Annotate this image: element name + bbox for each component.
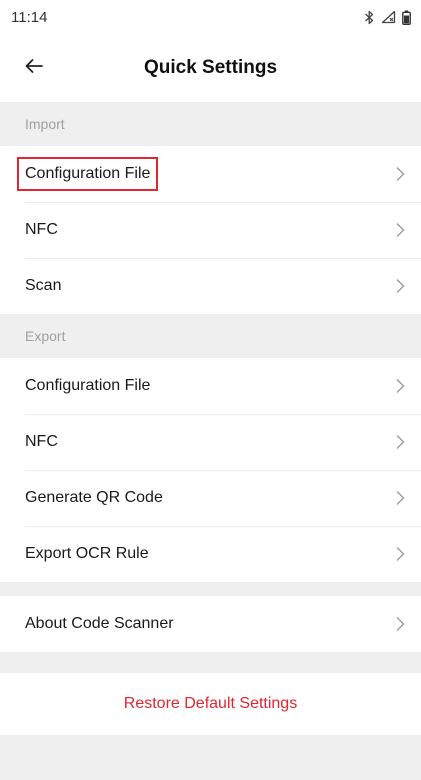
title-bar: Quick Settings [0, 34, 421, 102]
export-list: Configuration File NFC Generate QR Code … [0, 358, 421, 582]
chevron-right-icon [393, 165, 407, 183]
export-ocr-rule-item[interactable]: Export OCR Rule [0, 526, 421, 582]
import-nfc-item[interactable]: NFC [0, 202, 421, 258]
list-item-label: Export OCR Rule [25, 545, 149, 562]
status-bar: 11:14 [0, 0, 421, 34]
export-generate-qr-code-item[interactable]: Generate QR Code [0, 470, 421, 526]
bluetooth-icon [364, 10, 375, 25]
list-item-label: Generate QR Code [25, 489, 163, 506]
export-configuration-file-item[interactable]: Configuration File [0, 358, 421, 414]
quick-settings-screen: 11:14 Quick Settings Import Configuratio… [0, 0, 421, 780]
import-configuration-file-item[interactable]: Configuration File [0, 146, 421, 202]
import-list: Configuration File NFC Scan [0, 146, 421, 314]
restore-default-settings-button[interactable]: Restore Default Settings [0, 673, 421, 735]
section-spacer [0, 652, 421, 673]
section-header-export: Export [0, 314, 421, 358]
back-button[interactable] [18, 52, 50, 84]
about-list: About Code Scanner [0, 596, 421, 652]
chevron-right-icon [393, 615, 407, 633]
chevron-right-icon [393, 277, 407, 295]
list-item-label: NFC [25, 221, 58, 238]
list-item-label: Scan [25, 277, 62, 294]
export-nfc-item[interactable]: NFC [0, 414, 421, 470]
section-spacer [0, 582, 421, 596]
list-item-label: Configuration File [25, 377, 151, 394]
list-item-label: NFC [25, 433, 58, 450]
list-item-label: About Code Scanner [25, 615, 174, 632]
status-time: 11:14 [11, 8, 48, 26]
signal-icon [381, 10, 396, 24]
import-scan-item[interactable]: Scan [0, 258, 421, 314]
chevron-right-icon [393, 221, 407, 239]
about-code-scanner-item[interactable]: About Code Scanner [0, 596, 421, 652]
chevron-right-icon [393, 433, 407, 451]
arrow-left-icon [24, 58, 44, 79]
battery-icon [402, 10, 411, 25]
chevron-right-icon [393, 489, 407, 507]
section-header-import: Import [0, 102, 421, 146]
restore-default-settings-label: Restore Default Settings [123, 695, 298, 712]
chevron-right-icon [393, 545, 407, 563]
status-icons [364, 10, 411, 25]
page-title: Quick Settings [143, 57, 278, 78]
chevron-right-icon [393, 377, 407, 395]
list-item-label: Configuration File [16, 157, 159, 191]
